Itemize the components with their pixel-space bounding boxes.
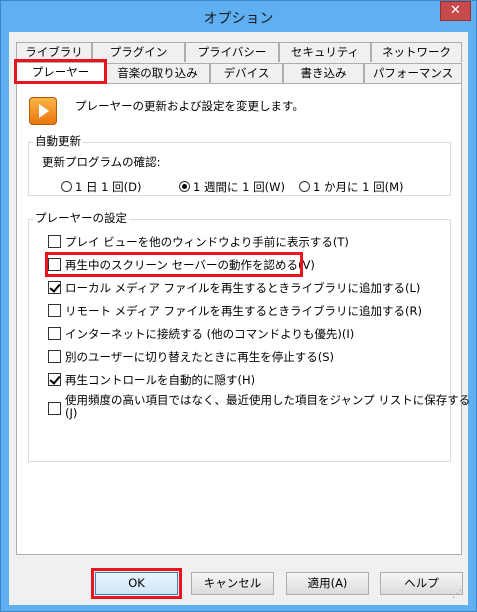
checkbox-add-local-files-label[interactable]: ローカル メディア ファイルを再生するときライブラリに追加する(L) (65, 280, 420, 296)
help-button[interactable]: ヘルプ (380, 572, 463, 595)
auto-update-label: 自動更新 (33, 133, 83, 149)
tab-burn[interactable]: 書き込み (283, 63, 364, 83)
options-dialog: オプション ✕ ライブラリ プラグイン プライバシー セキュリティ ネットワーク… (0, 0, 477, 612)
radio-monthly-label[interactable]: 1 か月に 1 回(M) (313, 179, 404, 195)
checkbox-auto-hide-controls-label[interactable]: 再生コントロールを自動的に隠す(H) (65, 372, 255, 388)
checkbox-connect-internet[interactable] (48, 327, 61, 340)
panel-description: プレーヤーの更新および設定を変更します。 (75, 99, 304, 113)
player-tab-panel: プレーヤーの更新および設定を変更します。 自動更新 更新プログラムの確認: 1 … (16, 83, 470, 555)
checkbox-play-view-topmost-label[interactable]: プレイ ビューを他のウィンドウより手前に表示する(T) (65, 234, 349, 250)
resize-grip-icon[interactable]: ⋰ (452, 590, 464, 602)
tab-devices[interactable]: デバイス (210, 63, 283, 83)
screensaver-option-highlight (45, 252, 303, 277)
checkbox-jump-list-recent[interactable] (48, 402, 61, 415)
checkbox-jump-list-recent-label-accel[interactable]: (J) (65, 406, 77, 420)
tab-security[interactable]: セキュリティ (279, 42, 371, 62)
tab-network[interactable]: ネットワーク (371, 42, 462, 62)
checkbox-play-view-topmost[interactable] (48, 235, 61, 248)
ok-button-highlight (91, 568, 182, 599)
radio-weekly-label[interactable]: 1 週間に 1 回(W) (193, 179, 285, 195)
title-bar[interactable]: オプション ✕ (1, 1, 476, 32)
checkbox-add-remote-files[interactable] (48, 304, 61, 317)
windows-media-player-icon (29, 97, 57, 125)
tab-privacy[interactable]: プライバシー (185, 42, 279, 62)
checkbox-connect-internet-label[interactable]: インターネットに接続する (他のコマンドよりも優先)(I) (65, 326, 354, 342)
radio-monthly[interactable] (299, 181, 310, 192)
checkbox-stop-on-user-switch[interactable] (48, 350, 61, 363)
checkbox-auto-hide-controls[interactable] (48, 373, 61, 386)
cancel-button[interactable]: キャンセル (191, 572, 274, 595)
checkbox-jump-list-recent-label[interactable]: 使用頻度の高い項目ではなく、最近使用した項目をジャンプ リストに保存する (65, 392, 470, 408)
checkbox-add-local-files[interactable] (48, 281, 61, 294)
radio-daily-label[interactable]: 1 日 1 回(D) (75, 179, 141, 195)
tab-performance[interactable]: パフォーマンス (364, 63, 462, 83)
player-tab-highlight (14, 59, 107, 84)
dialog-body: ライブラリ プラグイン プライバシー セキュリティ ネットワーク プレーヤー 音… (9, 32, 470, 605)
radio-weekly[interactable] (179, 181, 190, 192)
window-title: オプション (203, 11, 274, 27)
radio-daily[interactable] (61, 181, 72, 192)
apply-button[interactable]: 適用(A) (286, 572, 369, 595)
player-settings-label: プレーヤーの設定 (33, 210, 129, 226)
tab-rip-music[interactable]: 音楽の取り込み (105, 63, 210, 83)
close-button[interactable]: ✕ (440, 1, 471, 21)
checkbox-stop-on-user-switch-label[interactable]: 別のユーザーに切り替えたときに再生を停止する(S) (65, 349, 334, 365)
update-check-label: 更新プログラムの確認: (42, 155, 161, 169)
checkbox-add-remote-files-label[interactable]: リモート メディア ファイルを再生するときライブラリに追加する(R) (65, 303, 422, 319)
